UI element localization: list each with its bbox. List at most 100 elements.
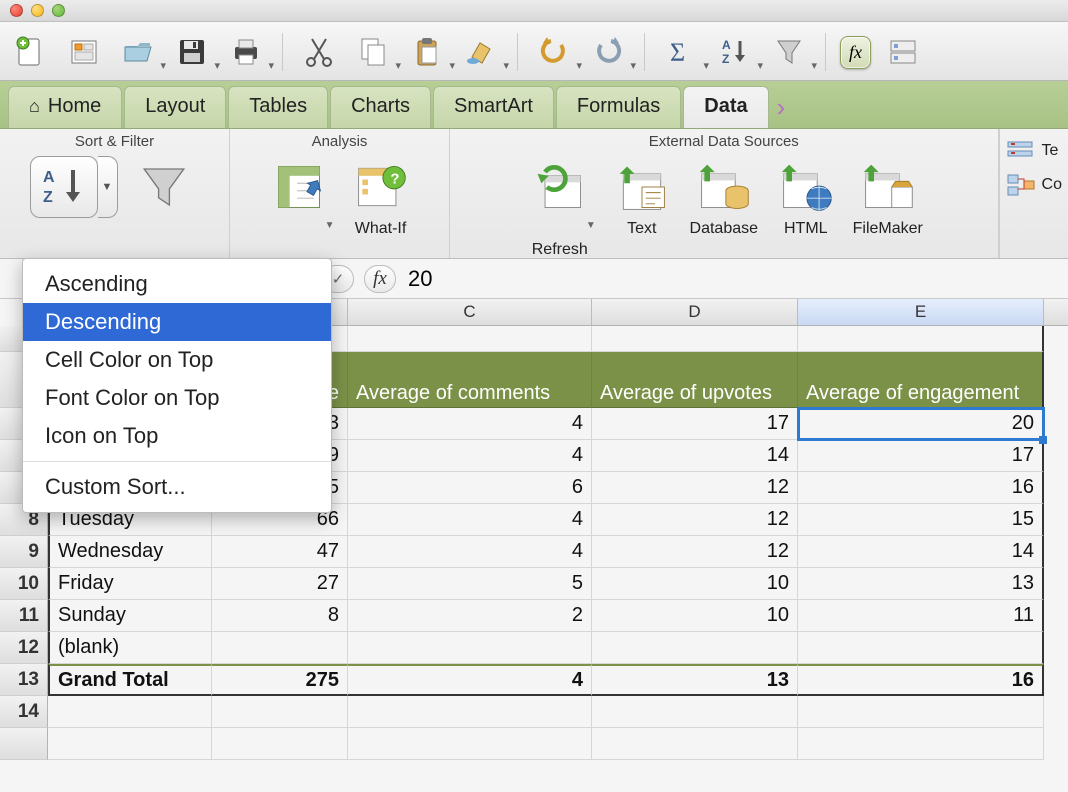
cell[interactable]: 275 <box>212 664 348 696</box>
menu-item-icon-on-top[interactable]: Icon on Top <box>23 417 331 455</box>
undo-icon[interactable] <box>532 30 576 74</box>
cell[interactable]: 15 <box>798 504 1044 536</box>
ribbon-overflow-arrow[interactable]: › <box>777 92 786 123</box>
cell[interactable]: Sunday <box>48 600 212 632</box>
save-icon[interactable] <box>170 30 214 74</box>
tab-smartart[interactable]: SmartArt <box>433 86 554 128</box>
cell[interactable]: 12 <box>592 536 798 568</box>
cell[interactable] <box>798 326 1044 352</box>
row-header[interactable]: 10 <box>0 568 48 600</box>
consolidate-button[interactable]: Co <box>1006 173 1062 197</box>
import-filemaker-button[interactable]: FileMaker <box>852 152 924 238</box>
row-header[interactable]: 11 <box>0 600 48 632</box>
tab-data[interactable]: Data <box>683 86 768 128</box>
filter-funnel-icon[interactable] <box>767 30 811 74</box>
cell[interactable]: 4 <box>348 408 592 440</box>
cell[interactable]: 12 <box>592 472 798 504</box>
cell[interactable]: 4 <box>348 536 592 568</box>
cell[interactable] <box>212 632 348 664</box>
menu-item-ascending[interactable]: Ascending <box>23 265 331 303</box>
cell[interactable]: 12 <box>592 504 798 536</box>
filter-button[interactable] <box>128 152 200 218</box>
selection-handle[interactable] <box>1039 436 1047 444</box>
menu-item-cell-color-on-top[interactable]: Cell Color on Top <box>23 341 331 379</box>
cell[interactable]: 2 <box>348 600 592 632</box>
tab-layout[interactable]: Layout <box>124 86 226 128</box>
insert-function-button[interactable]: fx <box>364 265 396 293</box>
toolbox-icon[interactable] <box>881 30 925 74</box>
cell[interactable] <box>592 326 798 352</box>
cell[interactable]: 4 <box>348 504 592 536</box>
cell[interactable]: 10 <box>592 600 798 632</box>
cell[interactable]: 47 <box>212 536 348 568</box>
cell[interactable]: 4 <box>348 440 592 472</box>
print-icon[interactable] <box>224 30 268 74</box>
cell[interactable] <box>48 728 212 760</box>
cell[interactable] <box>212 728 348 760</box>
cell[interactable] <box>348 696 592 728</box>
cell[interactable]: 17 <box>798 440 1044 472</box>
cell[interactable]: 14 <box>592 440 798 472</box>
paste-icon[interactable] <box>405 30 449 74</box>
cell[interactable]: 5 <box>348 568 592 600</box>
sort-az-icon[interactable]: AZ <box>713 30 757 74</box>
cut-icon[interactable] <box>297 30 341 74</box>
tab-formulas[interactable]: Formulas <box>556 86 681 128</box>
row-header[interactable]: 12 <box>0 632 48 664</box>
menu-item-font-color-on-top[interactable]: Font Color on Top <box>23 379 331 417</box>
cell[interactable] <box>798 728 1044 760</box>
cell[interactable]: 8 <box>212 600 348 632</box>
cell[interactable]: Grand Total <box>48 664 212 696</box>
column-header-selected[interactable]: E <box>798 299 1044 325</box>
pivottable-button[interactable]: ▼ <box>263 152 335 239</box>
cell[interactable]: 14 <box>798 536 1044 568</box>
fx-toolbox-button[interactable]: fx <box>840 36 871 69</box>
menu-item-descending[interactable]: Descending <box>23 303 331 341</box>
cell[interactable]: 11 <box>798 600 1044 632</box>
import-database-button[interactable]: Database <box>688 152 760 238</box>
cell[interactable] <box>592 728 798 760</box>
sort-button[interactable]: AZ ▼ <box>30 156 118 218</box>
cell[interactable]: 27 <box>212 568 348 600</box>
autosum-icon[interactable]: Σ <box>659 30 703 74</box>
cell[interactable]: 16 <box>798 472 1044 504</box>
row-header[interactable]: 9 <box>0 536 48 568</box>
cell[interactable]: 13 <box>798 568 1044 600</box>
column-header[interactable]: C <box>348 299 592 325</box>
cell[interactable]: 17 <box>592 408 798 440</box>
zoom-window-button[interactable] <box>52 4 65 17</box>
text-to-columns-button[interactable]: Te <box>1006 139 1062 163</box>
whatif-button[interactable]: ? What-If <box>345 152 417 238</box>
cell[interactable]: Wednesday <box>48 536 212 568</box>
redo-icon[interactable] <box>586 30 630 74</box>
column-header[interactable]: D <box>592 299 798 325</box>
templates-icon[interactable] <box>62 30 106 74</box>
cell[interactable]: (blank) <box>48 632 212 664</box>
cell[interactable]: 10 <box>592 568 798 600</box>
row-header[interactable] <box>0 728 48 760</box>
cell[interactable] <box>348 728 592 760</box>
open-icon[interactable] <box>116 30 160 74</box>
tab-tables[interactable]: Tables <box>228 86 328 128</box>
selected-cell[interactable]: 20 <box>798 408 1044 440</box>
row-header[interactable]: 14 <box>0 696 48 728</box>
import-html-button[interactable]: HTML <box>770 152 842 238</box>
cell[interactable]: 16 <box>798 664 1044 696</box>
tab-home[interactable]: ⌂Home <box>8 86 122 128</box>
cell[interactable]: 13 <box>592 664 798 696</box>
refresh-button[interactable]: ▼ Refresh <box>524 152 596 259</box>
new-workbook-icon[interactable] <box>8 30 52 74</box>
cell[interactable] <box>798 696 1044 728</box>
minimize-window-button[interactable] <box>31 4 44 17</box>
copy-icon[interactable] <box>351 30 395 74</box>
row-header[interactable]: 13 <box>0 664 48 696</box>
tab-charts[interactable]: Charts <box>330 86 431 128</box>
cell[interactable]: 6 <box>348 472 592 504</box>
cell[interactable] <box>48 696 212 728</box>
cell[interactable] <box>348 326 592 352</box>
cell[interactable] <box>212 696 348 728</box>
sort-dropdown-arrow[interactable]: ▼ <box>98 156 118 218</box>
cell[interactable] <box>592 632 798 664</box>
cell[interactable] <box>592 696 798 728</box>
cell[interactable] <box>348 632 592 664</box>
